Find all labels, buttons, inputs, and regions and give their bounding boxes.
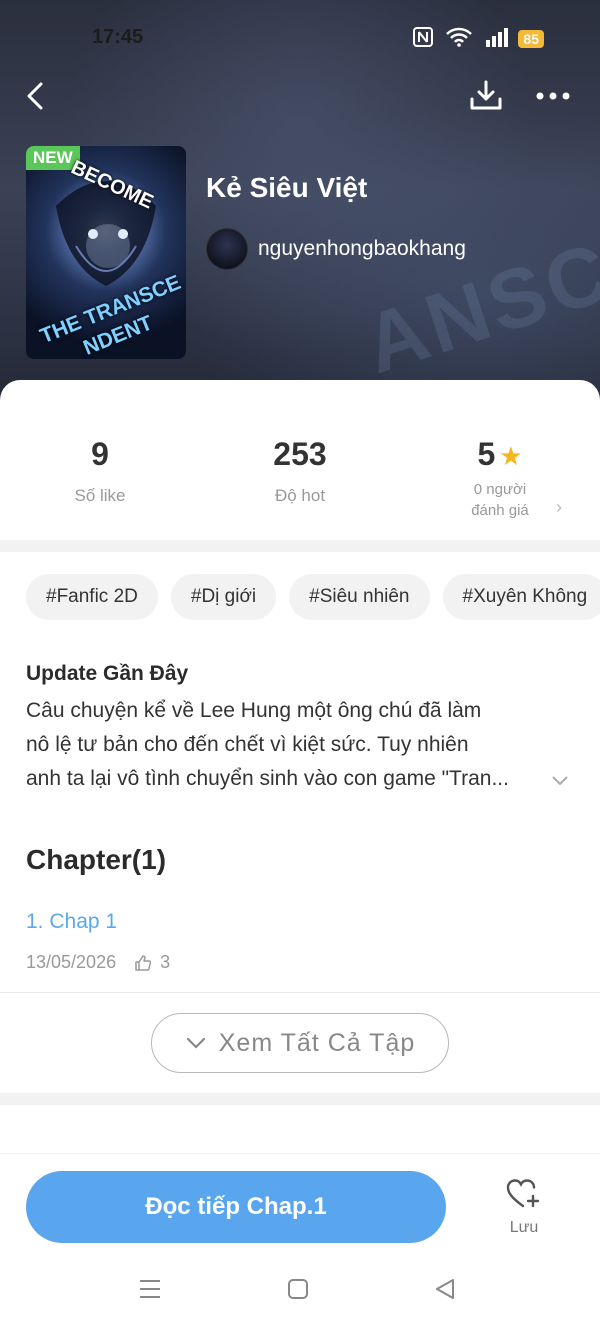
chapter-date: 13/05/2026 — [26, 952, 117, 972]
heart-plus-icon — [506, 1179, 540, 1208]
hot-label: Độ hot — [274, 486, 326, 505]
rating-label: 0 người đánh giá — [400, 479, 600, 521]
view-all-label: Xem Tất Cả Tập — [218, 1028, 416, 1057]
menu-icon[interactable] — [138, 1278, 162, 1305]
rating-label-line2: đánh giá — [471, 502, 529, 519]
save-button[interactable]: Lưu — [494, 1178, 554, 1237]
chapter-likes: 3 — [134, 952, 170, 973]
expand-chevron-icon[interactable] — [551, 771, 569, 792]
author-row[interactable]: nguyenhongbaokhang — [206, 228, 466, 270]
chapter-item-title[interactable]: 1. Chap 1 — [26, 910, 117, 934]
back-button[interactable] — [14, 74, 58, 118]
rating-row: 5 ★ — [400, 436, 600, 473]
author-avatar[interactable] — [206, 228, 248, 270]
chapter-item-meta: 13/05/2026 3 — [26, 952, 170, 973]
status-time: 17:45 — [92, 26, 144, 48]
description-line1: Câu chuyện kể về Lee Hung một ông chú đã… — [26, 699, 482, 722]
author-name[interactable]: nguyenhongbaokhang — [258, 237, 466, 261]
continue-reading-button[interactable]: Đọc tiếp Chap.1 — [26, 1171, 446, 1243]
back-nav-icon[interactable] — [434, 1278, 456, 1305]
home-icon[interactable] — [287, 1278, 309, 1305]
chevron-left-icon — [27, 82, 43, 110]
status-bar: 17:45 85 — [0, 22, 600, 54]
likes-label: Số like — [74, 486, 126, 505]
more-button[interactable] — [531, 74, 575, 118]
wifi-icon — [446, 27, 472, 47]
tag-xuyen-khong[interactable]: #Xuyên Không — [442, 574, 600, 620]
details-section: #Fanfic 2D #Dị giới #Siêu nhiên #Xuyên K… — [0, 552, 600, 992]
signal-icon — [486, 28, 508, 47]
description-text[interactable]: Câu chuyện kể về Lee Hung một ông chú đã… — [26, 694, 556, 796]
chapter-like-count: 3 — [160, 952, 171, 972]
chapter-heading: Chapter(1) — [26, 844, 167, 875]
view-all-section: Xem Tất Cả Tập — [0, 993, 600, 1093]
description-heading: Update Gần Đây — [26, 662, 189, 685]
rating-label-line1: 0 người — [473, 481, 527, 498]
chevron-down-icon — [186, 1037, 205, 1049]
stat-hot: 253 Độ hot — [200, 436, 400, 506]
chevron-right-icon[interactable]: › — [556, 497, 562, 518]
stat-rating[interactable]: 5 ★ 0 người đánh giá — [400, 436, 600, 521]
tag-di-gioi[interactable]: #Dị giới — [170, 574, 277, 620]
description-line2: nô lệ tư bản cho đến chết vì kiệt sức. T… — [26, 733, 469, 756]
likes-count: 9 — [91, 436, 109, 472]
system-nav-bar — [0, 1264, 600, 1324]
tag-sieu-nhien[interactable]: #Siêu nhiên — [289, 574, 430, 620]
tag-list: #Fanfic 2D #Dị giới #Siêu nhiên #Xuyên K… — [26, 574, 600, 620]
stat-likes: 9 Số like — [0, 436, 200, 506]
rating-value: 5 — [477, 436, 496, 472]
thumbs-up-icon — [135, 954, 152, 971]
nfc-icon — [413, 27, 433, 47]
status-icons — [412, 26, 510, 48]
stats-sheet: 9 Số like 253 Độ hot 5 ★ 0 người đánh giá… — [0, 380, 600, 540]
star-icon: ★ — [499, 441, 523, 471]
download-button[interactable] — [464, 74, 508, 118]
save-label: Lưu — [509, 1219, 539, 1236]
view-all-button[interactable]: Xem Tất Cả Tập — [151, 1013, 449, 1073]
battery-badge: 85 — [518, 30, 544, 48]
story-title: Kẻ Siêu Việt — [206, 172, 368, 203]
spacer — [0, 1105, 600, 1153]
more-horizontal-icon — [536, 92, 570, 100]
hero-banner: ANSCE 17:45 85 NEW BECOME THE TRANSCE ND… — [0, 0, 600, 420]
bottom-bar: Đọc tiếp Chap.1 Lưu — [0, 1153, 600, 1334]
tag-fanfic-2d[interactable]: #Fanfic 2D — [26, 574, 158, 620]
story-cover: NEW BECOME THE TRANSCE NDENT — [26, 146, 186, 359]
hot-count: 253 — [273, 436, 327, 472]
description-line3: anh ta lại vô tình chuyển sinh vào con g… — [26, 767, 509, 790]
download-icon — [470, 80, 502, 110]
